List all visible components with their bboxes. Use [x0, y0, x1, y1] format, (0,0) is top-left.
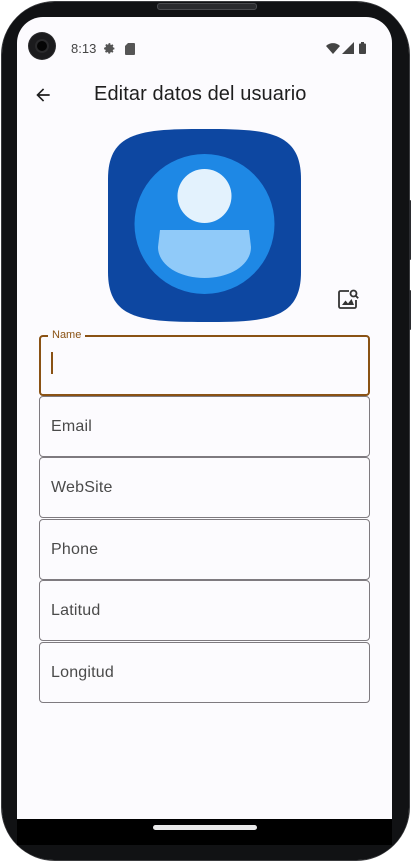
email-field[interactable]: Email [39, 396, 370, 457]
user-avatar[interactable] [108, 129, 301, 322]
name-field-label: Name [48, 329, 86, 341]
longitud-field-label: Longitud [51, 664, 114, 681]
website-field[interactable]: WebSite [39, 457, 370, 518]
page-title: Editar datos del usuario [94, 83, 307, 105]
name-field[interactable]: Name [39, 329, 370, 396]
battery-icon [359, 42, 366, 54]
screen: 8:13 Editar datos del usuario Name Email… [17, 17, 392, 819]
text-cursor [51, 352, 53, 374]
navigation-bar [17, 819, 392, 845]
phone-field[interactable]: Phone [39, 519, 370, 580]
sim-card-icon [125, 43, 135, 55]
email-field-label: Email [51, 418, 93, 435]
back-button[interactable] [29, 81, 57, 109]
wifi-icon [326, 43, 340, 54]
phone-frame: 8:13 Editar datos del usuario Name Email… [0, 0, 411, 862]
avatar-head [177, 169, 232, 223]
settings-icon [104, 43, 115, 54]
speaker-slit [157, 3, 257, 10]
website-field-label: WebSite [51, 479, 113, 496]
home-gesture-handle[interactable] [153, 825, 257, 830]
status-time: 8:13 [71, 41, 97, 56]
latitud-field[interactable]: Latitud [39, 580, 370, 641]
front-camera [29, 33, 55, 59]
latitud-field-label: Latitud [51, 602, 101, 619]
phone-field-label: Phone [51, 541, 99, 558]
longitud-field[interactable]: Longitud [39, 642, 370, 703]
pick-image-icon[interactable] [336, 287, 360, 311]
back-arrow-icon [36, 88, 50, 102]
signal-icon [342, 42, 354, 54]
